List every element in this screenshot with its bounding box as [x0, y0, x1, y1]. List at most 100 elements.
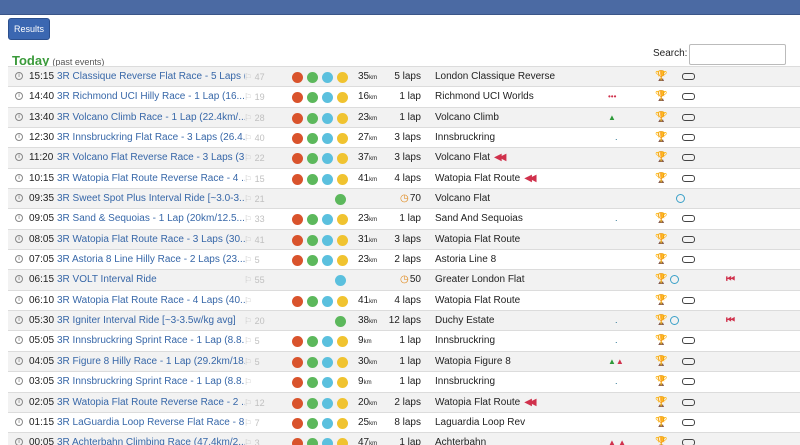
- info-icon[interactable]: i: [15, 417, 23, 426]
- category-red-dot: [292, 397, 303, 409]
- trophy-icon[interactable]: 🏆: [655, 397, 667, 409]
- category-green-dot: [307, 336, 318, 348]
- info-icon[interactable]: i: [15, 194, 23, 203]
- category-blue-dot: [322, 336, 333, 348]
- category-dots: [292, 133, 352, 145]
- info-icon[interactable]: i: [15, 112, 23, 121]
- category-blue-dot: [335, 275, 346, 287]
- event-route: London Classique Reverse: [435, 71, 605, 83]
- trophy-icon[interactable]: 🏆: [655, 71, 667, 83]
- info-icon[interactable]: i: [15, 92, 23, 101]
- category-yellow-dot: [337, 255, 348, 267]
- route-name: Volcano Climb: [435, 111, 499, 123]
- bookmark-icon[interactable]: ⏮: [726, 274, 735, 286]
- info-icon[interactable]: i: [15, 316, 23, 325]
- info-icon[interactable]: i: [15, 356, 23, 365]
- category-red-dot: [292, 336, 303, 348]
- route-name: Achterbahn: [435, 437, 487, 445]
- info-icon[interactable]: i: [15, 295, 23, 304]
- trophy-icon[interactable]: 🏆: [655, 152, 667, 164]
- trophy-icon[interactable]: 🏆: [655, 437, 667, 445]
- event-name-link[interactable]: 3R Achterbahn Climbing Race (47.4km/2...: [57, 437, 245, 445]
- category-blue-dot: [322, 92, 333, 104]
- trophy-icon[interactable]: 🏆: [655, 295, 667, 307]
- event-name-link[interactable]: 3R Watopia Flat Route Reverse Race - 4 .…: [57, 173, 245, 185]
- event-name-link[interactable]: 3R Classique Reverse Flat Race - 5 Laps …: [57, 71, 245, 83]
- powerup-icon: [682, 235, 695, 243]
- info-icon[interactable]: i: [15, 153, 23, 162]
- event-name-link[interactable]: 3R Volcano Climb Race - 1 Lap (22.4km/..…: [57, 112, 245, 124]
- info-icon[interactable]: i: [15, 72, 23, 80]
- event-name-link[interactable]: 3R Sweet Spot Plus Interval Ride [~3.0-3…: [57, 193, 245, 205]
- event-name-link[interactable]: 3R Innsbruckring Flat Race - 3 Laps (26.…: [57, 132, 245, 144]
- event-route: Innsbruckring: [435, 132, 605, 144]
- category-yellow-dot: [337, 438, 348, 445]
- results-button[interactable]: Results: [8, 18, 50, 40]
- powerup-icon: [682, 154, 695, 162]
- trophy-icon[interactable]: 🏆: [655, 356, 667, 368]
- trophy-icon[interactable]: 🏆: [655, 376, 667, 388]
- trophy-icon[interactable]: 🏆: [655, 254, 667, 266]
- category-blue-dot: [322, 255, 333, 267]
- category-green-dot: [307, 92, 318, 104]
- trophy-icon[interactable]: 🏆: [655, 173, 667, 185]
- event-name-link[interactable]: 3R Astoria 8 Line Hilly Race - 2 Laps (2…: [57, 254, 245, 266]
- category-blue-dot: [322, 377, 333, 389]
- event-name-link[interactable]: 3R Watopia Flat Route Race - 4 Laps (40.…: [57, 295, 245, 307]
- info-icon[interactable]: i: [15, 214, 23, 223]
- search-input[interactable]: [689, 44, 786, 65]
- event-route: Achterbahn: [435, 437, 605, 445]
- event-name-link[interactable]: 3R Volcano Flat Reverse Race - 3 Laps (3…: [57, 152, 245, 164]
- event-time: 06:10: [29, 294, 55, 306]
- event-route: Astoria Line 8: [435, 254, 605, 266]
- trophy-icon[interactable]: 🏆: [655, 417, 667, 429]
- powerup-icon: [682, 93, 695, 101]
- trophy-icon[interactable]: 🏆: [655, 274, 667, 286]
- table-row: i 13:40 3R Volcano Climb Race - 1 Lap (22.…: [8, 106, 800, 128]
- category-dots: [292, 173, 352, 185]
- distance-unit: km: [369, 75, 378, 81]
- trophy-icon[interactable]: 🏆: [655, 91, 667, 103]
- info-icon[interactable]: i: [15, 438, 23, 445]
- info-icon[interactable]: i: [15, 377, 23, 386]
- event-name-link[interactable]: 3R Watopia Flat Route Race - 3 Laps (30.…: [57, 234, 245, 246]
- trophy-icon[interactable]: 🏆: [655, 213, 667, 225]
- info-icon[interactable]: i: [15, 173, 23, 182]
- event-name-link[interactable]: 3R Watopia Flat Route Reverse Race - 2 .…: [57, 397, 245, 409]
- info-icon[interactable]: i: [15, 234, 23, 243]
- event-name-link[interactable]: 3R LaGuardia Loop Reverse Flat Race - 8 …: [57, 417, 245, 429]
- info-icon[interactable]: i: [15, 133, 23, 142]
- event-name-link[interactable]: 3R Sand & Sequoias - 1 Lap (20km/12.5...: [57, 213, 245, 225]
- trophy-icon[interactable]: 🏆: [655, 132, 667, 144]
- event-name-link[interactable]: 3R Innsbruckring Sprint Race - 1 Lap (8.…: [57, 376, 245, 388]
- distance-unit: km: [369, 258, 378, 265]
- trophy-icon[interactable]: 🏆: [655, 234, 667, 246]
- powerup-icon: [682, 439, 695, 445]
- distance-unit: km: [369, 217, 378, 224]
- category-yellow-dot: [337, 234, 348, 246]
- info-icon[interactable]: i: [15, 397, 23, 406]
- distance-value: 30: [358, 355, 370, 367]
- info-icon[interactable]: i: [15, 255, 23, 264]
- bookmark-icon[interactable]: ⏮: [726, 315, 735, 327]
- info-icon[interactable]: i: [15, 336, 23, 345]
- entrants-count: ⚐ 47: [244, 71, 265, 83]
- event-name-link[interactable]: 3R Innsbruckring Sprint Race - 1 Lap (8.…: [57, 335, 245, 347]
- event-name-link[interactable]: 3R Figure 8 Hilly Race - 1 Lap (29.2km/1…: [57, 356, 245, 368]
- category-blue-dot: [322, 417, 333, 429]
- category-green-dot: [307, 72, 318, 83]
- event-laps: 1 lap: [399, 355, 421, 367]
- trophy-icon[interactable]: 🏆: [655, 315, 667, 327]
- entrants-value: 15: [254, 173, 265, 184]
- category-dots: [292, 438, 352, 445]
- route-name: Innsbruckring: [435, 335, 496, 347]
- trophy-icon[interactable]: 🏆: [655, 335, 667, 347]
- event-name-link[interactable]: 3R Richmond UCI Hilly Race - 1 Lap (16..…: [57, 91, 245, 103]
- distance-value: 16: [358, 91, 370, 103]
- event-name-link[interactable]: 3R Igniter Interval Ride [~3-3.5w/kg avg…: [57, 315, 245, 327]
- event-name-link[interactable]: 3R VOLT Interval Ride: [57, 274, 245, 286]
- table-row: i 15:15 3R Classique Reverse Flat Race - 5…: [8, 66, 800, 87]
- info-icon[interactable]: i: [15, 275, 23, 284]
- trophy-icon[interactable]: 🏆: [655, 112, 667, 124]
- distance-value: 23: [358, 213, 370, 225]
